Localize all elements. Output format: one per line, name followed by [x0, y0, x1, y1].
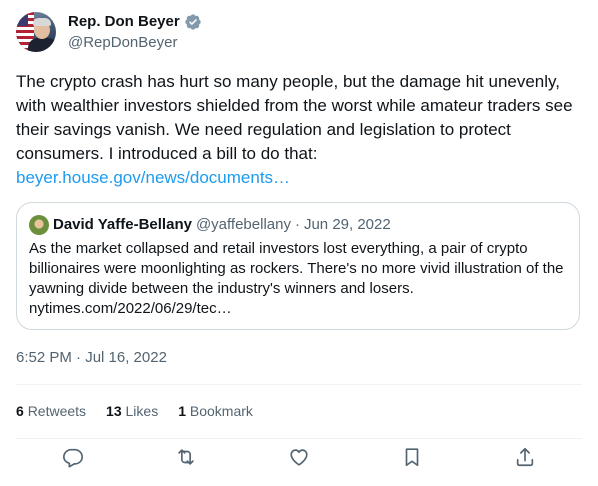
retweet-icon — [178, 449, 194, 465]
bookmark-icon — [405, 448, 419, 467]
bookmarks-count: 1 — [178, 403, 186, 419]
quote-link: nytimes.com/2022/06/29/tec… — [29, 300, 232, 317]
likes-count: 13 — [106, 403, 122, 419]
author-handle[interactable]: @RepDonBeyer — [68, 34, 177, 52]
tweet-body: The crypto crash has hurt so many people… — [16, 70, 582, 190]
bookmarks-stat[interactable]: 1 Bookmark — [178, 402, 253, 420]
reply-button[interactable] — [62, 446, 84, 468]
quote-header: David Yaffe-Bellany @yaffebellany · Jun … — [29, 215, 391, 235]
tweet-link[interactable]: beyer.house.gov/news/documents… — [16, 166, 582, 190]
quote-date: Jun 29, 2022 — [303, 216, 391, 233]
author-avatar[interactable] — [16, 12, 56, 52]
quote-separator: · — [294, 216, 300, 233]
quote-handle: @yaffebellany — [195, 216, 291, 233]
author-display-name[interactable]: Rep. Don Beyer — [68, 13, 180, 31]
engagement-stats: 6 Retweets 13 Likes 1 Bookmark — [16, 402, 273, 420]
tweet-timestamp[interactable]: 6:52 PM · Jul 16, 2022 — [16, 348, 167, 368]
likes-label: Likes — [125, 403, 159, 419]
bookmarks-label: Bookmark — [189, 403, 253, 419]
share-icon — [516, 447, 534, 467]
bookmark-button[interactable] — [401, 446, 423, 468]
divider — [16, 384, 582, 385]
retweets-stat[interactable]: 6 Retweets — [16, 402, 86, 420]
action-bar — [16, 446, 582, 468]
quote-display-name: David Yaffe-Bellany — [53, 216, 192, 233]
quote-body: As the market collapsed and retail inves… — [29, 239, 567, 319]
like-icon — [290, 449, 308, 466]
like-button[interactable] — [288, 446, 310, 468]
reply-icon — [63, 448, 83, 468]
tweet-text: The crypto crash has hurt so many people… — [16, 72, 573, 163]
quote-avatar — [29, 215, 49, 235]
tweet: Rep. Don Beyer @RepDonBeyer The crypto c… — [0, 0, 598, 486]
author-name-row: Rep. Don Beyer — [68, 13, 202, 31]
retweets-count: 6 — [16, 403, 24, 419]
likes-stat[interactable]: 13 Likes — [106, 402, 158, 420]
quoted-tweet[interactable]: David Yaffe-Bellany @yaffebellany · Jun … — [16, 202, 580, 330]
retweet-button[interactable] — [175, 446, 197, 468]
verified-badge-icon — [185, 14, 201, 30]
divider — [16, 438, 582, 439]
retweets-label: Retweets — [27, 403, 87, 419]
share-button[interactable] — [514, 446, 536, 468]
quote-text: As the market collapsed and retail inves… — [29, 240, 564, 297]
